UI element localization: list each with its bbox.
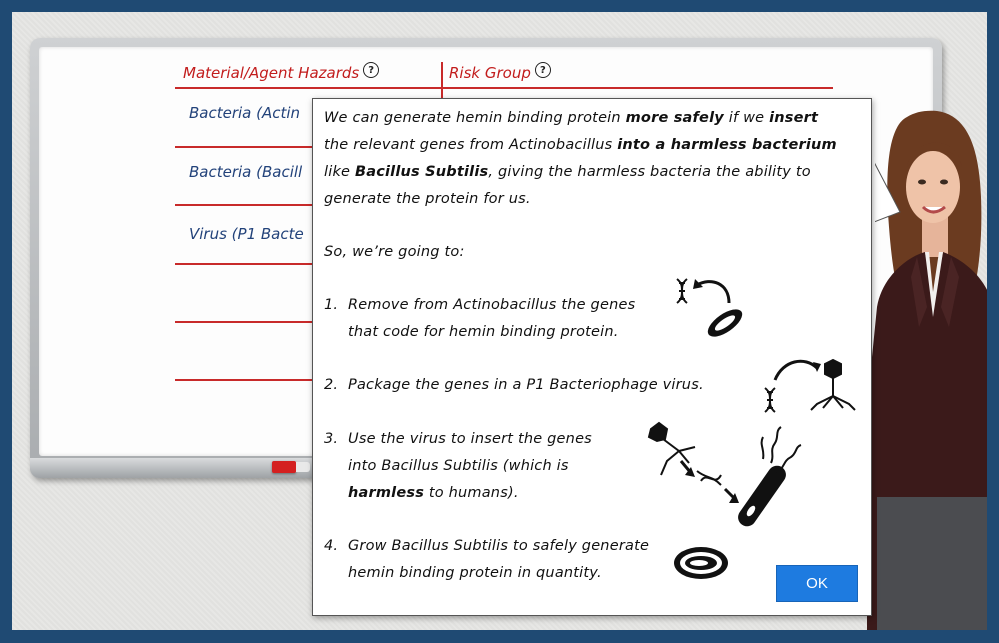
- table-row-line: [175, 321, 315, 323]
- intro-emphasis: insert: [769, 110, 819, 126]
- ok-button[interactable]: OK: [776, 565, 858, 602]
- column-header-hazards-label: Material/Agent Hazards: [183, 64, 360, 82]
- column-header-hazards: Material/Agent Hazards ?: [183, 62, 380, 82]
- step-text: that code for: [348, 324, 449, 340]
- help-icon[interactable]: ?: [363, 62, 380, 78]
- intro-text: , giving the harmless bacteria the abili…: [488, 164, 811, 180]
- dialog-intro-line-3: like Bacillus Subtilis, giving the harml…: [324, 159, 811, 186]
- speech-bubble-tail: [874, 157, 901, 227]
- step-1: 1. Remove from Actinobacillus the genes t…: [324, 292, 635, 346]
- step-3: 3. Use the virus to insert the genes into…: [324, 426, 592, 507]
- dialog-intro-line-4: generate the protein for us.: [324, 191, 531, 207]
- table-row-line: [175, 263, 315, 265]
- table-row-line: [175, 204, 315, 206]
- step-text: Use the virus to insert the genes: [348, 431, 592, 447]
- dna-icon: [764, 387, 776, 413]
- table-row-line: [175, 146, 315, 148]
- step-number: 2.: [324, 377, 339, 393]
- intro-emphasis: into a harmless bacterium: [617, 137, 837, 153]
- step-text: Bacillus Subtilis: [381, 458, 498, 474]
- step-text: to safely generate: [508, 538, 650, 554]
- intro-text: if we: [723, 110, 770, 126]
- bacterium-icon: [738, 426, 802, 527]
- dna-icon: [696, 470, 722, 486]
- bacterium-icon: [707, 309, 743, 337]
- dialog-intro-line-1: We can generate hemin binding protein mo…: [324, 105, 818, 132]
- remove-genes-illustration: [676, 278, 743, 337]
- column-header-risk-group: Risk Group ?: [449, 62, 551, 82]
- dialog-lead: So, we’re going to:: [324, 244, 465, 260]
- table-row-line: [175, 379, 315, 381]
- table-row: Bacteria (Actin: [189, 104, 301, 122]
- dialog-intro-line-2: the relevant genes from Actinobacillus i…: [324, 132, 837, 159]
- step-text: Bacillus Subtilis: [391, 538, 509, 554]
- intro-emphasis: more safely: [625, 110, 724, 126]
- step-text: virus.: [657, 377, 704, 393]
- step-text: Package the genes in a: [348, 377, 527, 393]
- step-text: hemin binding protein.: [448, 324, 619, 340]
- table-row: Virus (P1 Bacte: [189, 225, 304, 243]
- step-text: the genes: [556, 297, 636, 313]
- intro-text: We can generate hemin binding protein: [324, 110, 626, 126]
- intro-emphasis: Bacillus Subtilis: [354, 164, 489, 180]
- step-text: hemin binding protein in quantity.: [348, 565, 602, 581]
- step-4: 4. Grow Bacillus Subtilis to safely gener…: [324, 533, 649, 587]
- step-number: 1.: [324, 297, 339, 313]
- step-text: (which is: [497, 458, 569, 474]
- table-header-line: [175, 87, 833, 89]
- dna-icon: [676, 278, 688, 304]
- column-header-risk-group-label: Risk Group: [449, 64, 531, 82]
- step-text: into: [348, 458, 382, 474]
- step-2: 2. Package the genes in a P1 Bacteriophag…: [324, 372, 704, 399]
- info-dialog: We can generate hemin binding protein mo…: [312, 98, 872, 616]
- insert-genes-illustration: [647, 421, 802, 527]
- step-text: P1 Bacteriophage: [526, 377, 658, 393]
- step-emphasis: harmless: [348, 485, 425, 501]
- step-text: Actinobacillus: [453, 297, 557, 313]
- package-genes-illustration: [764, 358, 856, 413]
- table-row: Bacteria (Bacill: [189, 163, 303, 181]
- red-marker: [272, 461, 310, 473]
- step-text: Grow: [348, 538, 392, 554]
- petri-dish-icon: [674, 547, 728, 579]
- intro-text: like: [324, 164, 355, 180]
- step-text: Remove from: [348, 297, 454, 313]
- step-number: 3.: [324, 431, 339, 447]
- intro-text: the relevant genes from Actinobacillus: [324, 137, 618, 153]
- help-icon[interactable]: ?: [534, 62, 551, 78]
- step-number: 4.: [324, 538, 339, 554]
- step-text: to humans).: [424, 485, 519, 501]
- table-column-divider: [441, 62, 443, 102]
